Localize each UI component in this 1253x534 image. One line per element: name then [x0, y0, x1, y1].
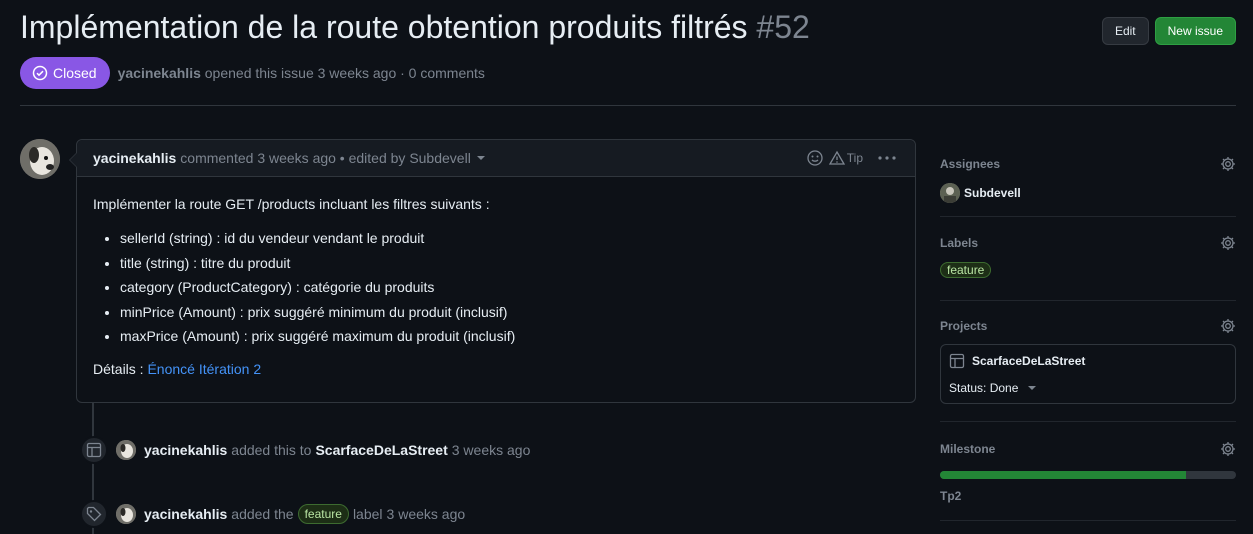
labels-heading: Labels	[940, 236, 979, 250]
project-status-label: Status: Done	[949, 381, 1019, 395]
gear-icon[interactable]	[1220, 441, 1236, 457]
timeline-time[interactable]: 3 weeks ago	[387, 506, 466, 522]
project-card: ScarfaceDeLaStreet Status: Done	[940, 344, 1236, 404]
timeline-project-link[interactable]: ScarfaceDeLaStreet	[315, 442, 447, 458]
avatar[interactable]	[116, 504, 136, 524]
issue-author-link[interactable]: yacinekahlis	[118, 65, 201, 81]
projects-heading: Projects	[940, 319, 988, 333]
new-issue-button[interactable]: New issue	[1154, 17, 1236, 45]
project-link[interactable]: ScarfaceDeLaStreet	[972, 354, 1085, 368]
milestone-link[interactable]: Tp2	[940, 489, 1236, 503]
sidebar-labels: Labels feature	[940, 235, 1236, 301]
comment-meta: commented 3 weeks ago • edited by Subdev…	[180, 150, 471, 166]
header-actions: Edit New issue	[1101, 17, 1236, 45]
timeline-time[interactable]: 3 weeks ago	[452, 442, 531, 458]
status-badge: Closed	[20, 57, 110, 89]
gear-icon[interactable]	[1220, 318, 1236, 334]
chevron-down-icon	[1028, 386, 1037, 390]
milestone-progress-bar	[940, 471, 1236, 479]
comment-author-link[interactable]: yacinekahlis	[93, 150, 176, 166]
issue-meta: Closed yacinekahlis opened this issue 3 …	[20, 57, 485, 89]
comment-box: yacinekahlis commented 3 weeks ago • edi…	[69, 139, 916, 403]
comment-body: Implémenter la route GET /products inclu…	[77, 177, 915, 396]
label-badge[interactable]: feature	[940, 262, 992, 278]
status-label: Closed	[53, 65, 97, 81]
timeline-event-label: yacinekahlis added the feature label 3 w…	[80, 500, 465, 528]
header-divider	[20, 105, 1236, 106]
issue-title: Implémentation de la route obtention pro…	[20, 9, 810, 46]
timeline-action: added this to	[231, 442, 312, 458]
assignees-heading: Assignees	[940, 157, 1001, 171]
details-line: Détails : Énoncé Itération 2	[93, 359, 899, 379]
check-circle-icon	[32, 65, 48, 81]
issue-opened-text: opened this issue 3 weeks ago · 0 commen…	[204, 65, 485, 81]
tip-button[interactable]: Tip	[828, 150, 863, 166]
edit-history-caret-icon[interactable]	[476, 156, 485, 160]
sidebar-assignees: Assignees Subdevell	[940, 156, 1236, 217]
timeline-action-after: label	[352, 506, 383, 522]
list-item: maxPrice (Amount) : prix suggéré maximum…	[120, 328, 899, 345]
tag-icon	[80, 500, 108, 528]
avatar[interactable]	[116, 440, 136, 460]
sidebar-projects: Projects ScarfaceDeLaStreet Status: Done	[940, 318, 1236, 422]
edit-button[interactable]: Edit	[1101, 17, 1149, 45]
avatar[interactable]	[20, 139, 60, 179]
project-status-dropdown[interactable]: Status: Done	[949, 381, 1227, 395]
details-label: Détails :	[93, 360, 144, 377]
timeline-actor-link[interactable]: yacinekahlis	[144, 506, 227, 522]
assignee-link[interactable]: Subdevell	[964, 186, 1021, 200]
issue-title-text: Implémentation de la route obtention pro…	[20, 9, 748, 45]
gear-icon[interactable]	[1220, 235, 1236, 251]
timeline-actor-link[interactable]: yacinekahlis	[144, 442, 227, 458]
avatar-dog-icon	[116, 504, 136, 524]
timeline-event-project: yacinekahlis added this to ScarfaceDeLaS…	[80, 436, 530, 464]
gear-icon[interactable]	[1220, 156, 1236, 172]
comment-intro: Implémenter la route GET /products inclu…	[93, 196, 490, 212]
kebab-menu-icon[interactable]	[875, 150, 899, 166]
smiley-icon[interactable]	[807, 150, 823, 166]
details-link[interactable]: Énoncé Itération 2	[147, 361, 261, 377]
list-item: category (ProductCategory) : catégorie d…	[120, 279, 899, 296]
list-item: sellerId (string) : id du vendeur vendan…	[120, 230, 899, 247]
comment-header: yacinekahlis commented 3 weeks ago • edi…	[77, 140, 915, 177]
alert-icon	[828, 150, 845, 165]
sidebar-milestone: Milestone Tp2	[940, 441, 1236, 521]
timeline-action: added the	[231, 506, 294, 522]
timeline-label-badge[interactable]: feature	[297, 504, 349, 524]
avatar-dog-icon	[20, 139, 60, 179]
milestone-heading: Milestone	[940, 442, 996, 456]
comment-actions: Tip	[807, 150, 899, 166]
issue-number: #52	[756, 9, 810, 45]
project-table-icon	[80, 436, 108, 464]
project-table-icon	[949, 353, 965, 369]
avatar[interactable]	[940, 183, 960, 203]
milestone-progress-fill	[940, 471, 1186, 479]
list-item: title (string) : titre du produit	[120, 255, 899, 272]
avatar-icon	[940, 183, 960, 203]
tip-label: Tip	[846, 151, 863, 165]
list-item: minPrice (Amount) : prix suggéré minimum…	[120, 304, 899, 321]
filter-list: sellerId (string) : id du vendeur vendan…	[120, 230, 899, 345]
avatar-dog-icon	[116, 440, 136, 460]
